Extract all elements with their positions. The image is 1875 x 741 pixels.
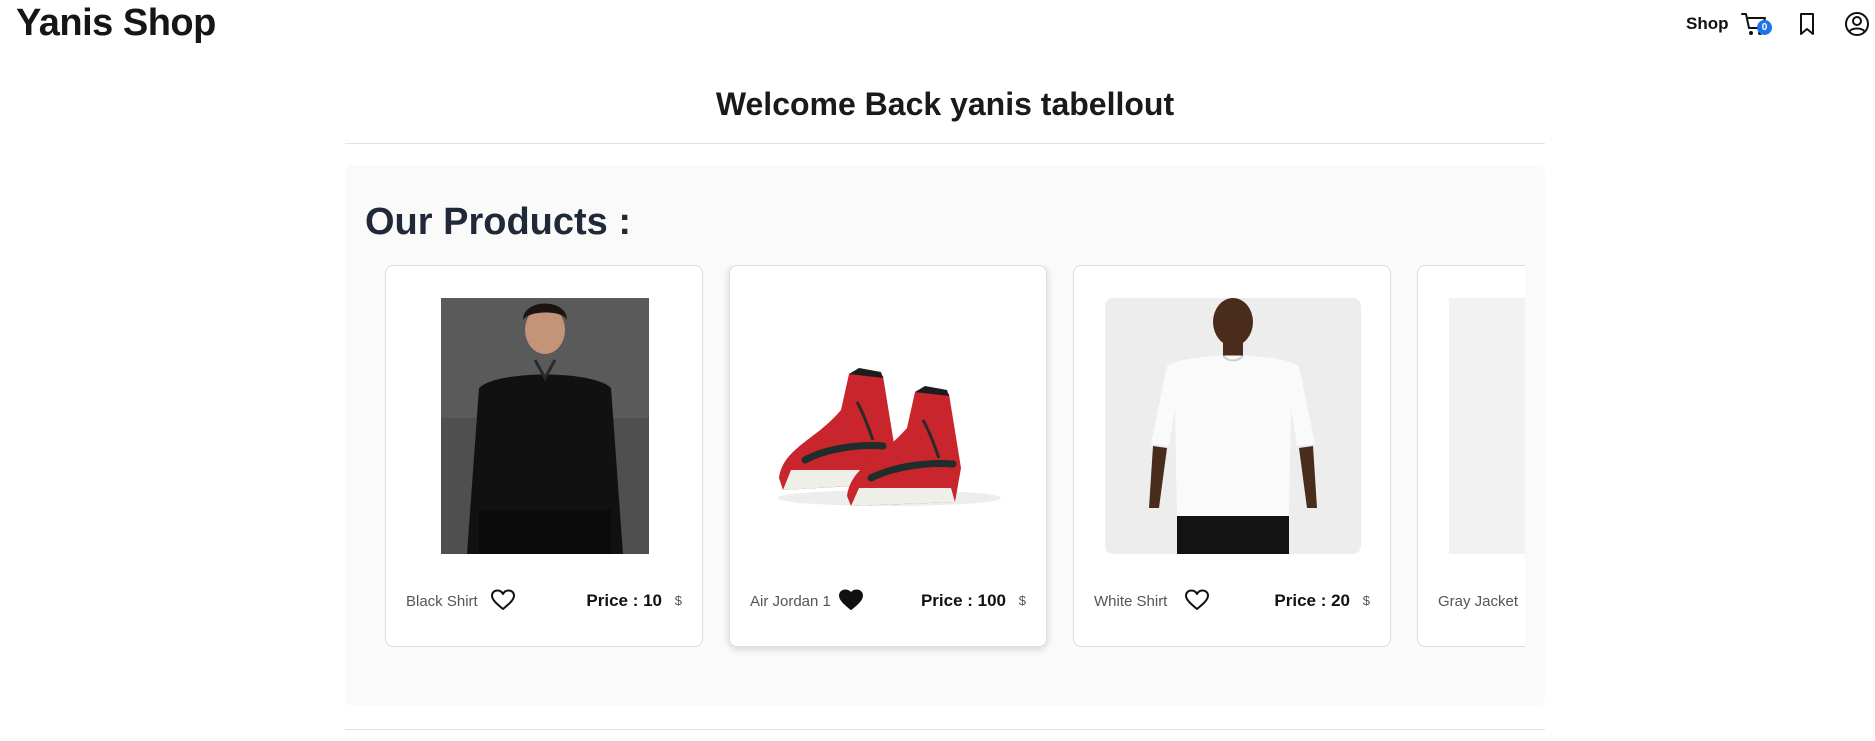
favorite-button[interactable] [1184, 588, 1210, 612]
heart-outline-icon [1185, 589, 1209, 610]
product-card[interactable]: Air Jordan 1 Price : 100 $ [729, 265, 1047, 647]
profile-button[interactable] [1843, 10, 1871, 38]
product-name: Gray Jacket [1438, 593, 1519, 610]
product-footer: White Shirt Price : 20 $ [1094, 587, 1370, 617]
price-currency: $ [1362, 593, 1370, 608]
products-carousel[interactable]: Black Shirt Price : 10 $ Air Jordan 1 Pr… [375, 265, 1525, 655]
section-title: Our Products : [365, 201, 632, 243]
bookmark-icon [1800, 13, 1814, 35]
heart-filled-icon [839, 589, 863, 610]
nav-shop-link[interactable]: Shop [1686, 14, 1729, 34]
brand-logo[interactable]: Yanis Shop [16, 2, 216, 45]
product-card[interactable]: White Shirt Price : 20 $ [1073, 265, 1391, 647]
product-footer: Black Shirt Price : 10 $ [406, 587, 682, 617]
product-card[interactable]: Black Shirt Price : 10 $ [385, 265, 703, 647]
favorite-button[interactable] [838, 588, 864, 612]
divider-top [345, 143, 1545, 144]
cart-count-badge: 0 [1757, 20, 1772, 35]
welcome-heading: Welcome Back yanis tabellout [715, 86, 1175, 122]
favorite-button[interactable] [490, 588, 516, 612]
product-footer: Gray Jacket [1438, 587, 1525, 617]
product-price: Price : 100 [920, 591, 1006, 610]
product-name: Air Jordan 1 [750, 593, 831, 610]
price-currency: $ [1018, 593, 1026, 608]
gray-jacket-photo [1449, 298, 1525, 554]
cart-button[interactable]: 0 [1740, 10, 1772, 38]
black-shirt-photo [417, 298, 673, 554]
product-footer: Air Jordan 1 Price : 100 $ [750, 587, 1026, 617]
product-card[interactable]: Gray Jacket [1417, 265, 1525, 647]
heart-outline-icon [491, 589, 515, 610]
divider-bottom [345, 729, 1545, 730]
product-price: Price : 20 [1274, 591, 1350, 610]
air-jordan-photo [761, 298, 1017, 554]
bookmarks-button[interactable] [1793, 10, 1821, 38]
products-section: Our Products : Black Shirt Price: 10 $ … [345, 165, 1545, 706]
product-price: Price : 10 [586, 591, 662, 610]
price-currency: $ [674, 593, 682, 608]
user-icon [1845, 12, 1869, 36]
white-shirt-photo [1105, 298, 1361, 554]
product-name: White Shirt [1094, 593, 1168, 610]
product-name: Black Shirt [406, 593, 478, 610]
